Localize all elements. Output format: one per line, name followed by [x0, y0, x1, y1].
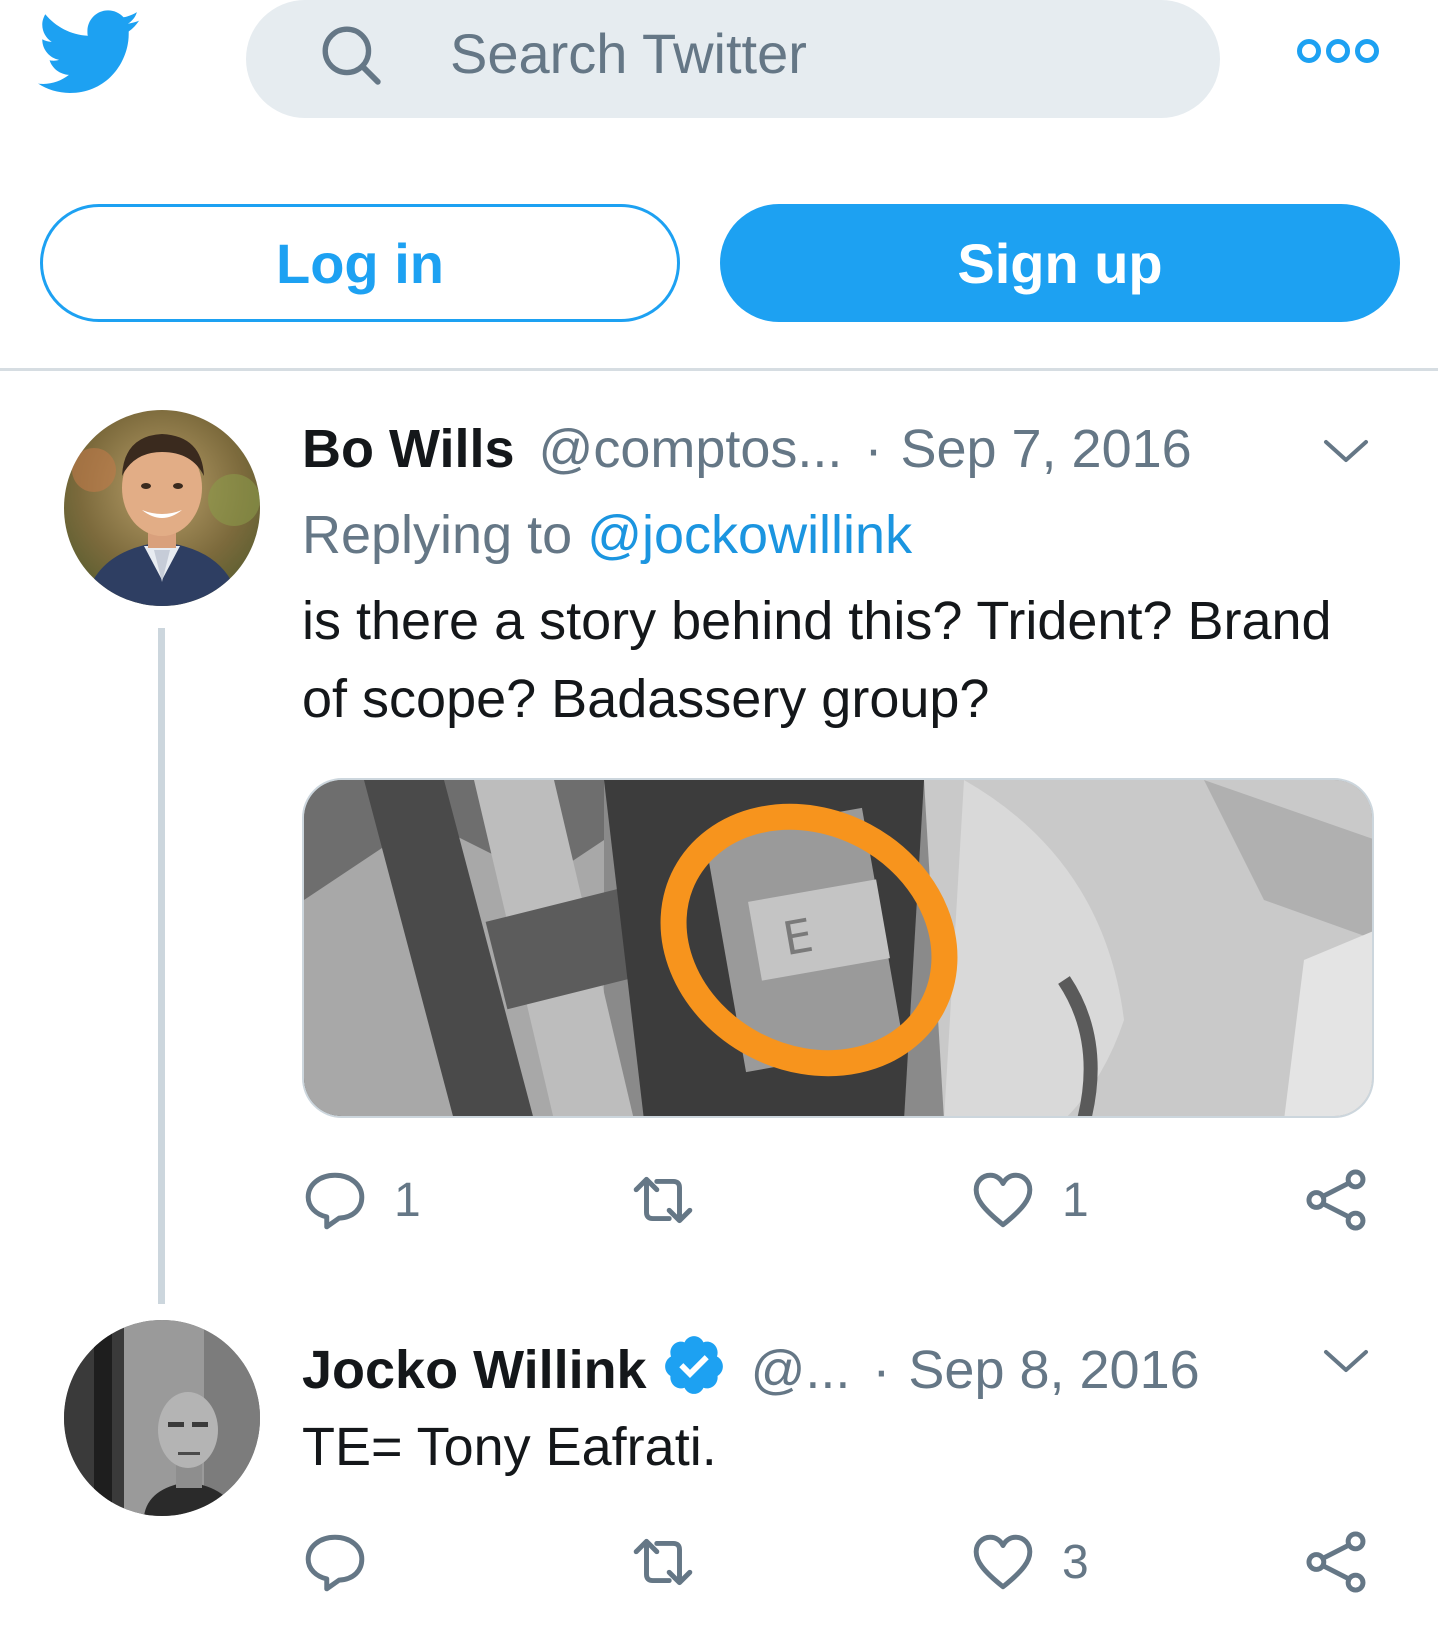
more-options-icon[interactable] — [1296, 34, 1380, 68]
heart-icon — [973, 1172, 1033, 1228]
login-button[interactable]: Log in — [40, 204, 680, 322]
tweet-media-image[interactable]: E — [302, 778, 1374, 1118]
like-button[interactable]: 3 — [970, 1522, 1089, 1602]
tweet-text: is there a story behind this? Trident? B… — [302, 591, 1332, 729]
retweet-icon — [633, 1176, 693, 1224]
replying-to: Replying to @jockowillink — [302, 500, 912, 570]
top-bar: Search Twitter — [0, 0, 1438, 130]
author-name[interactable]: Bo Wills — [302, 414, 515, 484]
signup-button[interactable]: Sign up — [720, 204, 1400, 322]
tweet-header: Bo Wills @comptos... · Sep 7, 2016 — [302, 414, 1192, 484]
avatar[interactable] — [64, 410, 260, 606]
reply-button[interactable] — [302, 1522, 394, 1602]
share-icon — [1306, 1169, 1366, 1231]
mention-link[interactable]: @jockowillink — [587, 505, 912, 565]
tweet-date[interactable]: Sep 8, 2016 — [908, 1335, 1199, 1405]
author-name[interactable]: Jocko Willink — [302, 1335, 647, 1405]
search-icon — [322, 26, 381, 85]
tweet-date[interactable]: Sep 7, 2016 — [900, 414, 1191, 484]
like-count: 1 — [1062, 1173, 1089, 1227]
tweet-actions: 1 1 — [302, 1160, 1382, 1240]
retweet-button[interactable] — [630, 1160, 722, 1240]
share-icon — [1306, 1531, 1366, 1593]
like-count: 3 — [1062, 1535, 1089, 1589]
tweet-text: TE= Tony Eafrati. — [302, 1417, 717, 1477]
share-button[interactable] — [1304, 1522, 1370, 1602]
author-handle[interactable]: @... — [751, 1335, 851, 1405]
retweet-icon — [633, 1538, 693, 1586]
divider — [0, 368, 1438, 371]
reply-count: 1 — [394, 1173, 421, 1227]
reply-icon — [305, 1172, 365, 1230]
separator-dot: · — [872, 1340, 891, 1400]
reply-button[interactable]: 1 — [302, 1160, 421, 1240]
profile-photo — [64, 410, 260, 606]
chevron-down-icon[interactable] — [1322, 436, 1370, 466]
thread-connector — [158, 628, 165, 1304]
search-bar[interactable]: Search Twitter — [246, 0, 1220, 118]
retweet-button[interactable] — [630, 1522, 722, 1602]
search-placeholder: Search Twitter — [450, 22, 807, 85]
reply-icon — [305, 1534, 365, 1592]
author-handle[interactable]: @comptos... — [539, 414, 843, 484]
tweet-header: Jocko Willink @... · Sep 8, 2016 — [302, 1322, 1200, 1400]
twitter-bird-icon[interactable] — [38, 10, 142, 96]
replying-to-label: Replying to — [302, 505, 573, 565]
avatar[interactable] — [64, 1320, 260, 1516]
tweet-actions: 3 — [302, 1522, 1382, 1602]
share-button[interactable] — [1304, 1160, 1370, 1240]
separator-dot: · — [864, 419, 883, 479]
verified-badge-icon — [664, 1336, 723, 1394]
like-button[interactable]: 1 — [970, 1160, 1089, 1240]
profile-photo — [64, 1320, 260, 1516]
heart-icon — [973, 1534, 1033, 1590]
chevron-down-icon[interactable] — [1322, 1346, 1370, 1376]
media-photo: E — [304, 780, 1372, 1116]
